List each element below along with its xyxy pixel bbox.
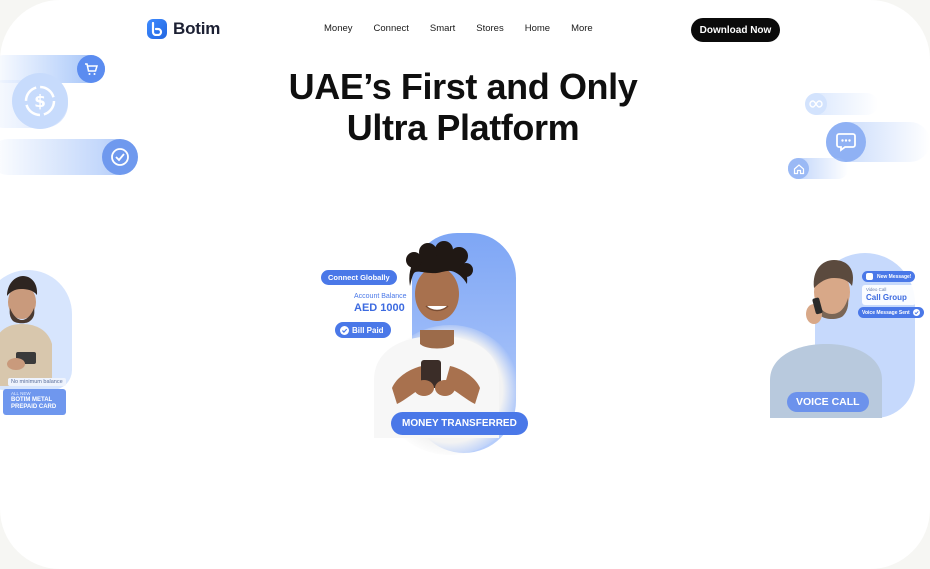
- new-message-pill: New Message!: [862, 271, 916, 282]
- man-with-card-photo: [0, 276, 52, 386]
- chat-bubble-icon: [826, 122, 866, 162]
- nav-money[interactable]: Money: [324, 23, 353, 34]
- hero-headline: UAE’s First and Only Ultra Platform: [0, 66, 926, 148]
- account-balance-label: Account Balance: [354, 293, 407, 300]
- account-balance-value: AED 1000: [354, 302, 405, 314]
- left-card-title-2: PREPAID CARD: [11, 404, 57, 410]
- left-prepaid-card: ALL NEW BOTIM METAL PREPAID CARD: [3, 389, 66, 415]
- hero-line-1: UAE’s First and Only: [288, 66, 638, 107]
- left-minimum-balance-note: No minimum balance: [8, 378, 66, 386]
- dollar-coin-icon: $: [12, 73, 68, 129]
- call-group-box: Video Call Call Group: [862, 285, 916, 305]
- voice-message-pill: Voice Message Sent: [858, 307, 924, 318]
- nav-smart[interactable]: Smart: [430, 23, 455, 34]
- bill-paid-pill: Bill Paid: [335, 322, 391, 338]
- botim-logo-icon: [147, 19, 167, 39]
- infinity-icon: [805, 93, 827, 115]
- voice-message-text: Voice Message Sent: [862, 309, 910, 316]
- page: Botim Money Connect Smart Stores Home Mo…: [0, 0, 930, 569]
- check-icon: [340, 325, 349, 335]
- left-card-title-1: BOTIM METAL: [11, 397, 53, 403]
- call-label: Video Call: [866, 287, 887, 292]
- smiling-man-with-phone-photo: [374, 241, 499, 438]
- home-icon: [788, 158, 809, 179]
- voice-call-banner: VOICE CALL: [787, 392, 869, 412]
- money-transferred-banner: MONEY TRANSFERRED: [391, 412, 528, 435]
- left-card-small-text: ALL NEW: [11, 391, 31, 396]
- botim-logo[interactable]: Botim: [147, 19, 220, 39]
- connect-globally-pill: Connect Globally: [321, 270, 397, 285]
- cart-icon: [77, 55, 105, 83]
- download-now-button[interactable]: Download Now: [691, 18, 780, 42]
- hero-line-2: Ultra Platform: [346, 107, 580, 148]
- nav-home[interactable]: Home: [525, 23, 550, 34]
- brand-name: Botim: [173, 19, 221, 38]
- new-message-text: New Message!: [877, 273, 912, 280]
- bill-paid-text: Bill Paid: [352, 325, 384, 335]
- svg-text:$: $: [34, 92, 46, 112]
- main-nav: Money Connect Smart Stores Home More: [324, 23, 614, 34]
- message-badge-icon: [866, 273, 873, 280]
- account-balance-box: Account Balance AED 1000: [348, 290, 410, 318]
- call-group-text: Call Group: [866, 293, 907, 302]
- check-icon: [912, 309, 920, 316]
- check-circle-icon: [102, 139, 138, 175]
- nav-more[interactable]: More: [571, 23, 593, 34]
- nav-connect[interactable]: Connect: [374, 23, 409, 34]
- nav-stores[interactable]: Stores: [476, 23, 503, 34]
